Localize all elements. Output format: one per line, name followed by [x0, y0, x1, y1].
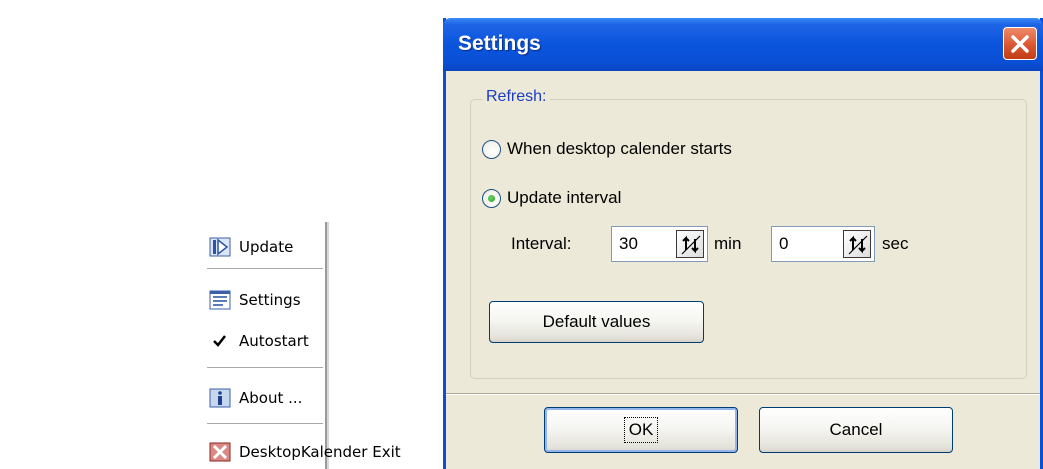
menu-item-update[interactable]: Update	[205, 234, 325, 260]
seconds-unit: sec	[882, 234, 909, 253]
menu-item-exit[interactable]: DesktopKalender Exit	[205, 439, 401, 465]
spin-arrows-icon	[681, 235, 701, 255]
title-bar[interactable]: Settings	[443, 18, 1043, 71]
menu-item-label: DesktopKalender Exit	[239, 443, 401, 461]
dialog-divider	[446, 393, 1040, 395]
settings-list-icon	[209, 290, 231, 310]
spin-arrows-icon	[848, 235, 868, 255]
menu-item-autostart[interactable]: Autostart	[205, 328, 325, 354]
menu-item-settings[interactable]: Settings	[205, 287, 325, 313]
radio-when-starts[interactable]: When desktop calender starts	[482, 139, 732, 159]
refresh-group-legend: Refresh:	[482, 88, 551, 106]
radio-label: When desktop calender starts	[507, 139, 732, 158]
radio-update-interval[interactable]: Update interval	[482, 188, 621, 208]
close-button[interactable]	[1003, 27, 1037, 60]
button-label: OK	[623, 417, 659, 443]
info-icon	[209, 388, 231, 408]
menu-item-label: Settings	[239, 291, 301, 309]
radio-label: Update interval	[507, 188, 622, 207]
menu-separator	[207, 423, 323, 425]
close-icon	[1011, 35, 1029, 53]
menu-separator	[207, 268, 323, 270]
button-label: Cancel	[829, 420, 883, 439]
menu-item-about[interactable]: About ...	[205, 385, 325, 411]
minutes-input[interactable]: 30	[611, 226, 708, 262]
ok-button[interactable]: OK	[544, 407, 738, 453]
button-label: Default values	[542, 312, 651, 331]
exit-icon	[209, 442, 231, 462]
seconds-input[interactable]: 0	[771, 226, 875, 262]
checkmark-icon	[209, 331, 231, 351]
menu-item-label: Update	[239, 238, 294, 256]
update-icon	[209, 237, 231, 257]
interval-label: Interval:	[511, 234, 572, 253]
radio-button[interactable]	[482, 139, 501, 159]
settings-dialog: Settings Refresh: When desktop calender …	[443, 18, 1043, 469]
dialog-title: Settings	[458, 32, 541, 55]
radio-button[interactable]	[482, 188, 501, 208]
tray-context-menu: Update Settings Autostart About ... Desk…	[205, 222, 401, 469]
seconds-value: 0	[779, 234, 789, 253]
menu-separator	[207, 367, 323, 369]
menu-item-label: Autostart	[239, 332, 309, 350]
menu-item-label: About ...	[239, 389, 303, 407]
minutes-spin-button[interactable]	[676, 230, 704, 258]
minutes-value: 30	[619, 234, 638, 253]
cancel-button[interactable]: Cancel	[759, 407, 953, 453]
default-values-button[interactable]: Default values	[489, 301, 704, 343]
minutes-unit: min	[714, 234, 742, 253]
seconds-spin-button[interactable]	[843, 230, 871, 258]
